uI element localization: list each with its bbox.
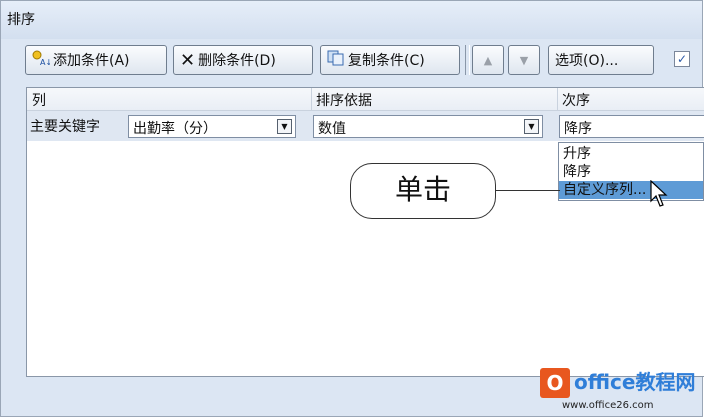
- copy-level-label: 复制条件(C): [348, 53, 425, 69]
- order-select-value: 降序: [564, 121, 592, 137]
- watermark: O office教程网 www.office26.com: [540, 366, 700, 416]
- grid-header: 列 排序依据 次序: [27, 88, 704, 111]
- watermark-brand: office教程网: [574, 370, 696, 394]
- column-header-sort-on: 排序依据: [316, 93, 372, 109]
- order-option-highlighted[interactable]: 自定义序列...: [559, 181, 703, 199]
- svg-text:A↓: A↓: [40, 58, 50, 66]
- order-dropdown-list: 升序 降序 自定义序列...: [558, 142, 704, 201]
- mouse-cursor-icon: [650, 179, 670, 212]
- watermark-url: www.office26.com: [562, 400, 654, 411]
- toolbar-separator: [465, 45, 470, 75]
- move-down-button[interactable]: ▼: [508, 45, 540, 75]
- chevron-down-icon[interactable]: ▼: [277, 119, 292, 134]
- title-bar: 排序: [1, 1, 702, 39]
- move-down-icon: ▼: [519, 53, 529, 67]
- delete-level-button[interactable]: ✕ 删除条件(D): [173, 45, 313, 75]
- add-level-button[interactable]: A↓ 添加条件(A): [25, 45, 167, 75]
- row-label: 主要关键字: [30, 119, 100, 135]
- dialog-title: 排序: [7, 12, 35, 28]
- order-option[interactable]: 升序: [559, 145, 703, 163]
- options-label: 选项(O)...: [555, 53, 619, 69]
- column-header-order: 次序: [562, 93, 590, 109]
- delete-level-label: 删除条件(D): [198, 53, 276, 69]
- order-select[interactable]: 降序: [559, 115, 704, 138]
- sort-level-row[interactable]: 主要关键字 出勤率（分） ▼ 数值 ▼ 降序: [27, 111, 704, 141]
- column-select-value: 出勤率（分）: [133, 121, 217, 137]
- callout-bubble: 单击: [350, 163, 496, 219]
- chevron-down-icon[interactable]: ▼: [524, 119, 539, 134]
- delete-x-icon: ✕: [180, 49, 196, 71]
- move-up-button[interactable]: ▲: [472, 45, 504, 75]
- toolbar: A↓ 添加条件(A) ✕ 删除条件(D) 复制条件(C) ▲ ▼ 选项(O)..…: [1, 41, 702, 81]
- checkmark-icon: ✓: [676, 52, 688, 66]
- column-header-column: 列: [32, 93, 46, 109]
- callout-text: 单击: [394, 173, 451, 206]
- add-level-icon: A↓: [32, 50, 52, 70]
- header-checkbox[interactable]: ✓: [674, 51, 690, 67]
- column-select[interactable]: 出勤率（分） ▼: [128, 115, 296, 138]
- options-button[interactable]: 选项(O)...: [548, 45, 654, 75]
- sort-on-select[interactable]: 数值 ▼: [313, 115, 543, 138]
- office-logo-icon: O: [540, 368, 570, 398]
- order-option[interactable]: 降序: [559, 163, 703, 181]
- sort-levels-grid: 列 排序依据 次序 主要关键字 出勤率（分） ▼ 数值 ▼ 降序: [26, 87, 704, 377]
- header-divider: [557, 88, 558, 110]
- copy-level-button[interactable]: 复制条件(C): [320, 45, 460, 75]
- sort-on-select-value: 数值: [318, 121, 346, 137]
- add-level-label: 添加条件(A): [53, 53, 130, 69]
- callout-leader-line: [496, 190, 560, 191]
- header-divider: [311, 88, 312, 110]
- move-up-icon: ▲: [483, 53, 493, 67]
- sort-dialog: 排序 A↓ 添加条件(A) ✕ 删除条件(D) 复制条件(C) ▲ ▼ 选项(O…: [0, 0, 704, 417]
- copy-icon: [327, 50, 345, 70]
